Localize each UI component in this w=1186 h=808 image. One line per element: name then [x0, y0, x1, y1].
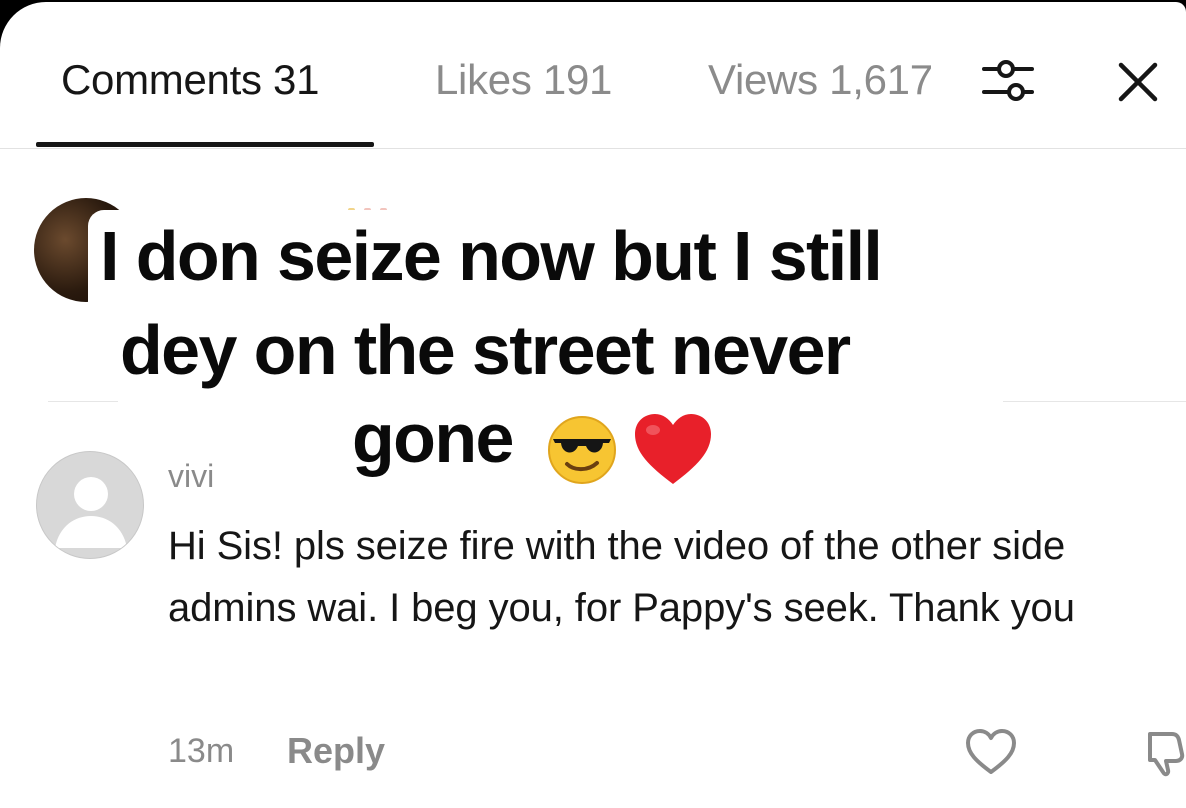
- avatar[interactable]: [36, 451, 144, 559]
- sunglasses-smiley-emoji: [547, 416, 616, 485]
- default-avatar-icon: [55, 477, 127, 548]
- red-heart-emoji: [634, 414, 711, 485]
- divider: [1003, 401, 1186, 402]
- comment-text: Hi Sis! pls seize fire with the video of…: [168, 524, 1075, 630]
- divider: [48, 401, 118, 402]
- filter-button[interactable]: [980, 54, 1036, 106]
- emoji-group: [545, 398, 715, 490]
- comment-timestamp: 13m: [168, 732, 235, 770]
- tab-likes[interactable]: Likes 191: [435, 56, 612, 104]
- reply-button[interactable]: Reply: [287, 730, 385, 772]
- caption-line: gone: [352, 399, 514, 477]
- previous-comment-avatar[interactable]: [34, 198, 138, 302]
- caption-line: dey on the street never: [102, 304, 890, 396]
- video-caption-overlay: I don seize now but I still dey on the s…: [0, 198, 1186, 498]
- comment-username[interactable]: vivi: [168, 458, 214, 495]
- tab-views[interactable]: Views 1,617: [708, 56, 933, 104]
- thumbs-down-icon: [1148, 732, 1185, 777]
- previous-comment-emoji-fragment: [348, 199, 438, 212]
- caption-line-3: gone: [334, 392, 715, 490]
- like-button[interactable]: [964, 728, 1018, 776]
- sliders-icon: [982, 60, 1034, 101]
- tab-bar: Comments 31 Likes 191 Views 1,617: [0, 2, 1186, 149]
- dislike-button[interactable]: [1142, 726, 1186, 778]
- close-icon: [1118, 62, 1158, 102]
- close-button[interactable]: [1112, 56, 1164, 108]
- comments-sheet: Comments 31 Likes 191 Views 1,617 vivi H…: [0, 2, 1186, 808]
- heart-outline-icon: [966, 729, 1016, 774]
- tab-comments[interactable]: Comments 31: [61, 56, 319, 104]
- active-tab-indicator: [36, 142, 374, 147]
- caption-line: I don seize now but I still: [88, 210, 908, 302]
